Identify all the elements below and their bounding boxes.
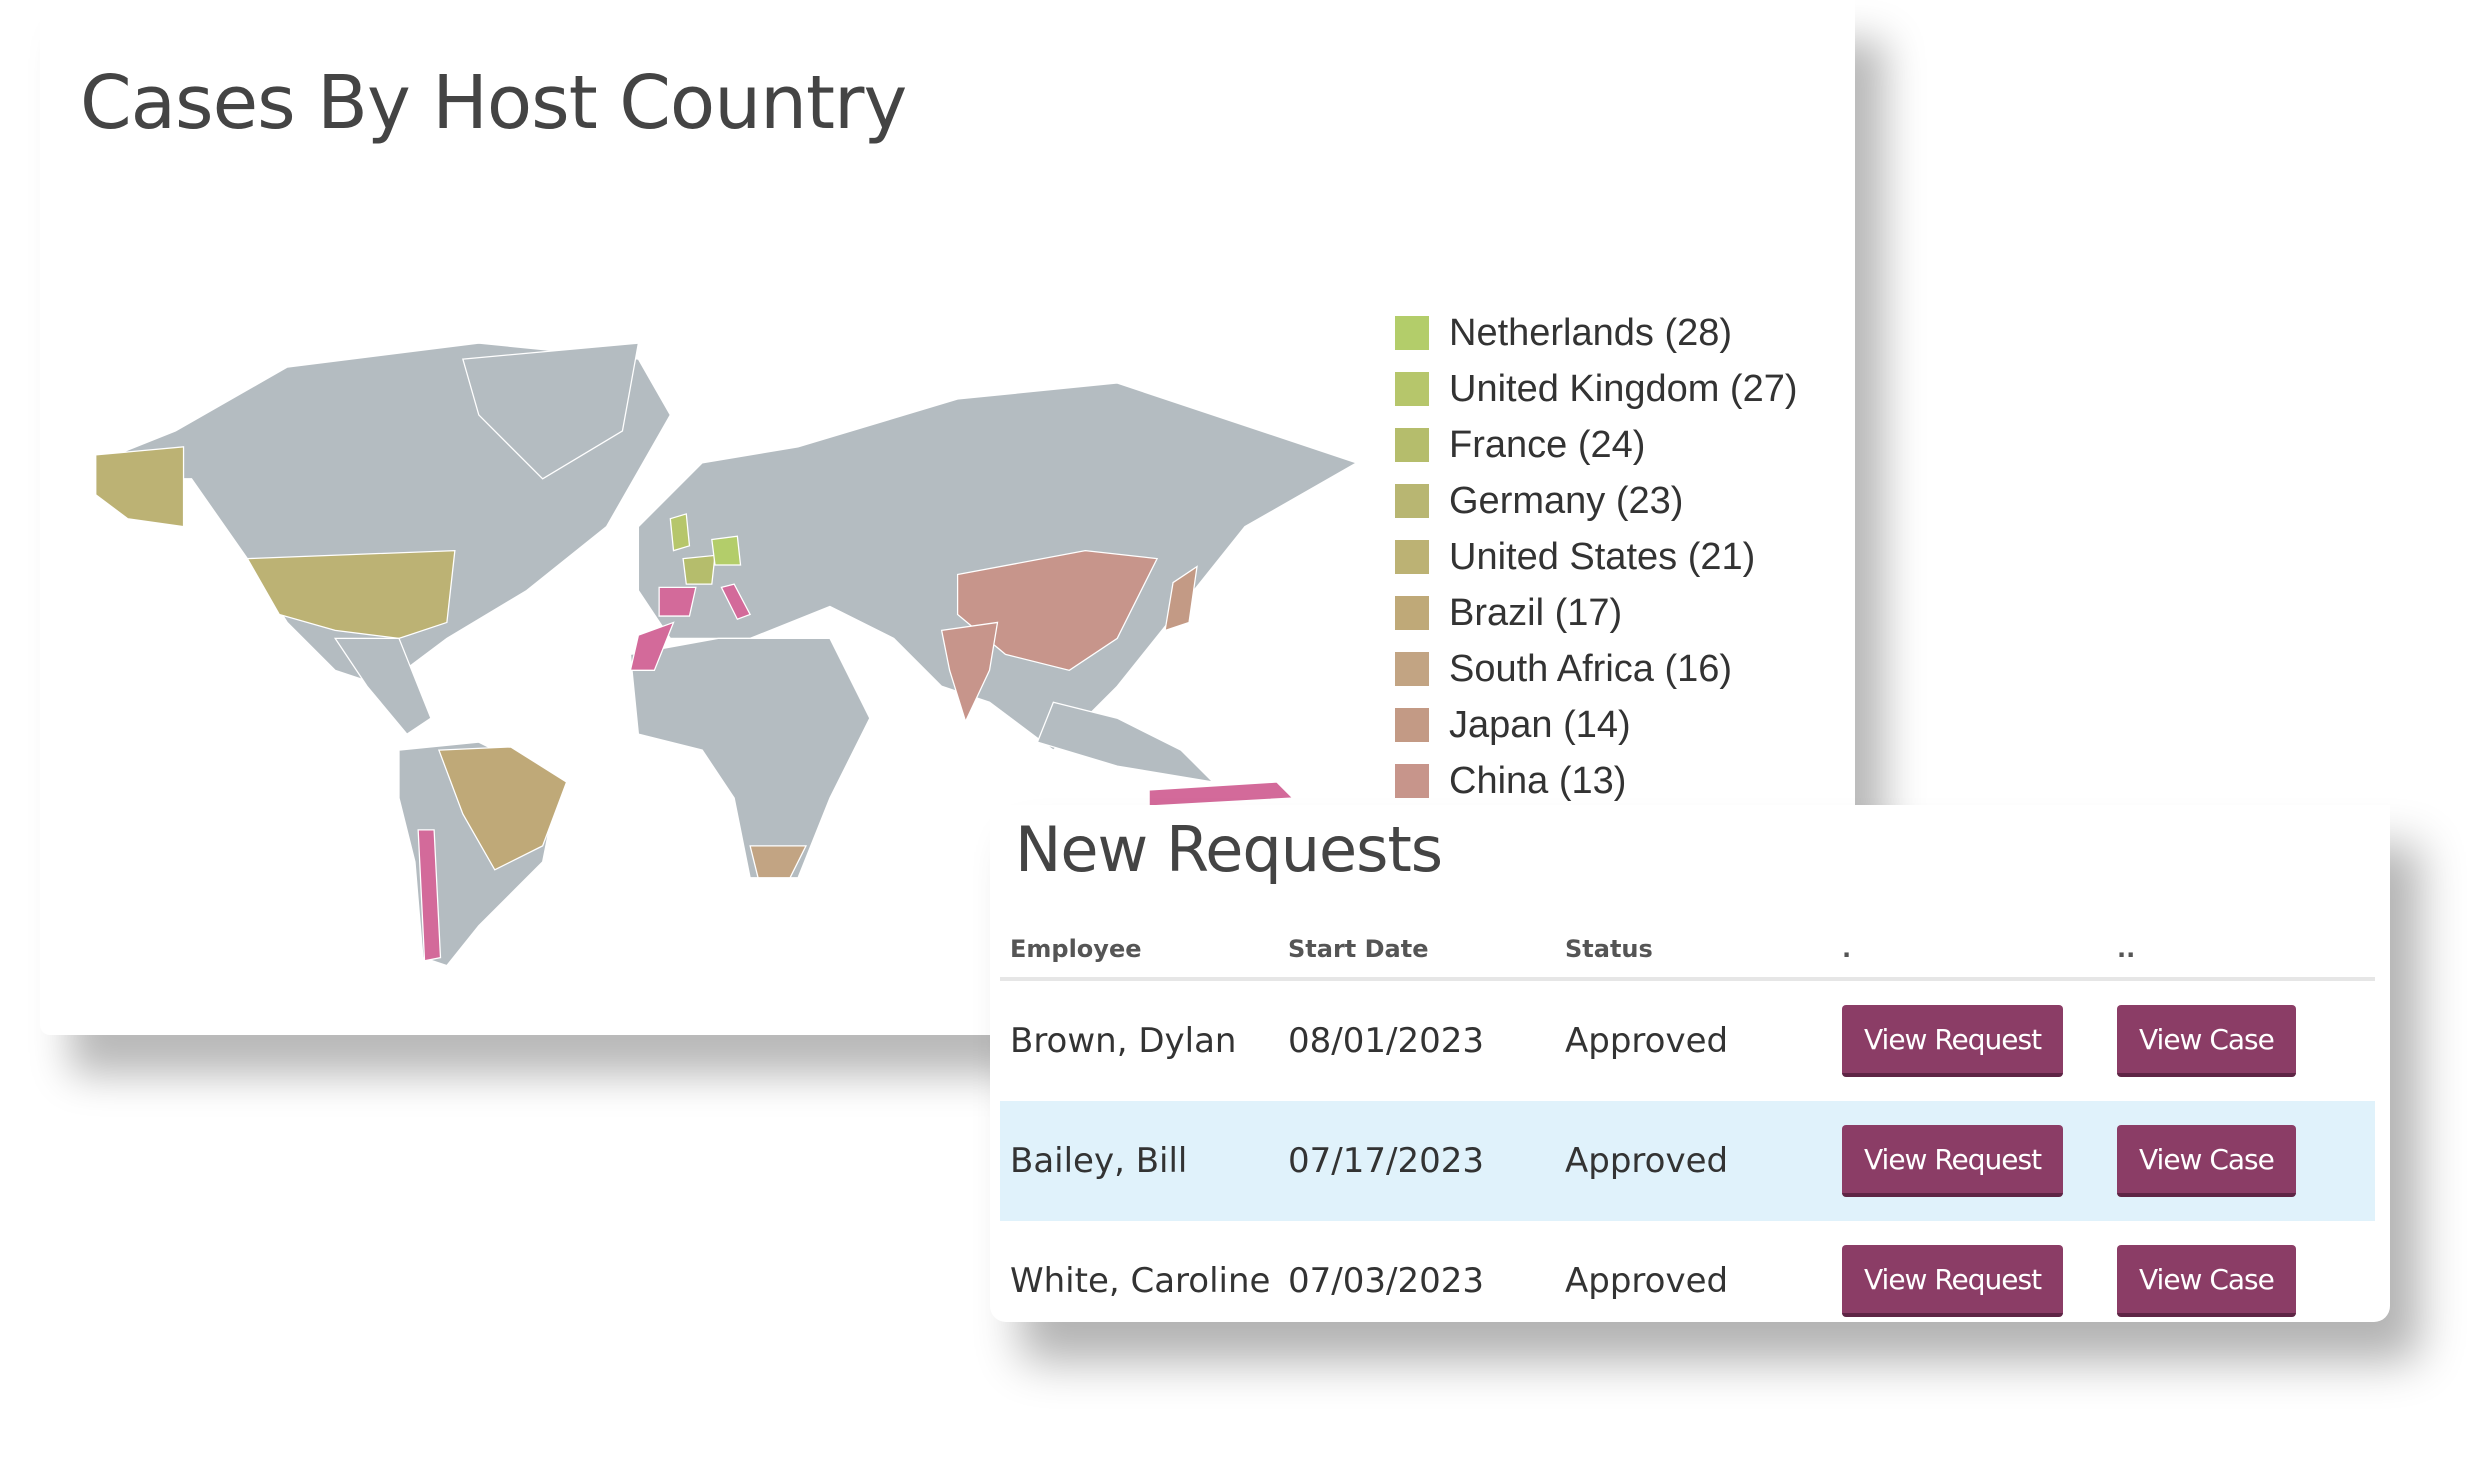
table-row: Brown, Dylan 08/01/2023 Approved View Re… (1000, 979, 2375, 1101)
legend-swatch (1395, 764, 1429, 798)
employee-cell: Brown, Dylan (1010, 1021, 1237, 1061)
map-australia-edge (1148, 781, 1295, 807)
table-header: Employee Start Date Status . .. (1000, 920, 2375, 981)
view-request-button[interactable]: View Request (1842, 1005, 2064, 1077)
legend-swatch (1395, 428, 1429, 462)
start-date-cell: 08/01/2023 (1288, 1021, 1484, 1061)
legend-item-france[interactable]: France (24) (1395, 417, 1798, 473)
column-employee[interactable]: Employee (1000, 920, 1278, 981)
map-uk (669, 513, 691, 552)
legend-swatch (1395, 372, 1429, 406)
employee-cell: White, Caroline (1010, 1261, 1271, 1301)
status-cell: Approved (1565, 1261, 1729, 1301)
legend-item-japan[interactable]: Japan (14) (1395, 697, 1798, 753)
legend-label: Japan (14) (1449, 703, 1631, 746)
legend-swatch (1395, 316, 1429, 350)
legend-label: Netherlands (28) (1449, 311, 1733, 354)
map-southeast-asia (1036, 701, 1215, 783)
requests-table: Employee Start Date Status . .. Brown, D… (1000, 920, 2375, 1341)
map-africa (629, 637, 871, 879)
legend-label: South Africa (16) (1449, 647, 1733, 690)
legend-swatch (1395, 484, 1429, 518)
legend-swatch (1395, 540, 1429, 574)
start-date-cell: 07/17/2023 (1278, 1101, 1555, 1221)
table-row: White, Caroline 07/03/2023 Approved View… (1000, 1221, 2375, 1341)
legend-swatch (1395, 652, 1429, 686)
legend-label: Germany (23) (1449, 479, 1684, 522)
column-status[interactable]: Status (1555, 920, 1832, 981)
map-united-states (246, 549, 456, 640)
legend-item-china[interactable]: China (13) (1395, 753, 1798, 809)
map-france (682, 554, 716, 585)
map-netherlands-germany (711, 535, 742, 566)
legend-label: United States (21) (1449, 535, 1756, 578)
legend-label: United Kingdom (27) (1449, 367, 1798, 410)
legend-swatch (1395, 708, 1429, 742)
legend-swatch (1395, 596, 1429, 630)
legend-item-united-kingdom[interactable]: United Kingdom (27) (1395, 361, 1798, 417)
status-cell: Approved (1555, 1101, 1832, 1221)
status-cell: Approved (1565, 1021, 1729, 1061)
view-case-button[interactable]: View Case (2117, 1125, 2296, 1197)
map-india (940, 621, 999, 724)
column-action-2: .. (2107, 920, 2375, 981)
view-case-button[interactable]: View Case (2117, 1245, 2296, 1317)
map-alaska (95, 446, 185, 528)
view-request-button[interactable]: View Request (1842, 1245, 2064, 1317)
column-action-1: . (1832, 920, 2107, 981)
view-case-button[interactable]: View Case (2117, 1005, 2296, 1077)
table-row: Bailey, Bill 07/17/2023 Approved View Re… (1000, 1101, 2375, 1221)
legend-label: China (13) (1449, 759, 1627, 802)
legend-item-united-states[interactable]: United States (21) (1395, 529, 1798, 585)
employee-cell: Bailey, Bill (1000, 1101, 1278, 1221)
legend-label: France (24) (1449, 423, 1646, 466)
column-start-date[interactable]: Start Date (1278, 920, 1555, 981)
panel-title: New Requests (1015, 813, 1443, 886)
view-request-button[interactable]: View Request (1842, 1125, 2064, 1197)
start-date-cell: 07/03/2023 (1288, 1261, 1484, 1301)
legend-item-germany[interactable]: Germany (23) (1395, 473, 1798, 529)
legend-item-south-africa[interactable]: South Africa (16) (1395, 641, 1798, 697)
legend-item-brazil[interactable]: Brazil (17) (1395, 585, 1798, 641)
new-requests-panel: New Requests Employee Start Date Status … (990, 805, 2390, 1322)
legend-label: Brazil (17) (1449, 591, 1623, 634)
map-spain (658, 586, 697, 617)
map-legend: Netherlands (28) United Kingdom (27) Fra… (1395, 305, 1798, 809)
legend-item-netherlands[interactable]: Netherlands (28) (1395, 305, 1798, 361)
